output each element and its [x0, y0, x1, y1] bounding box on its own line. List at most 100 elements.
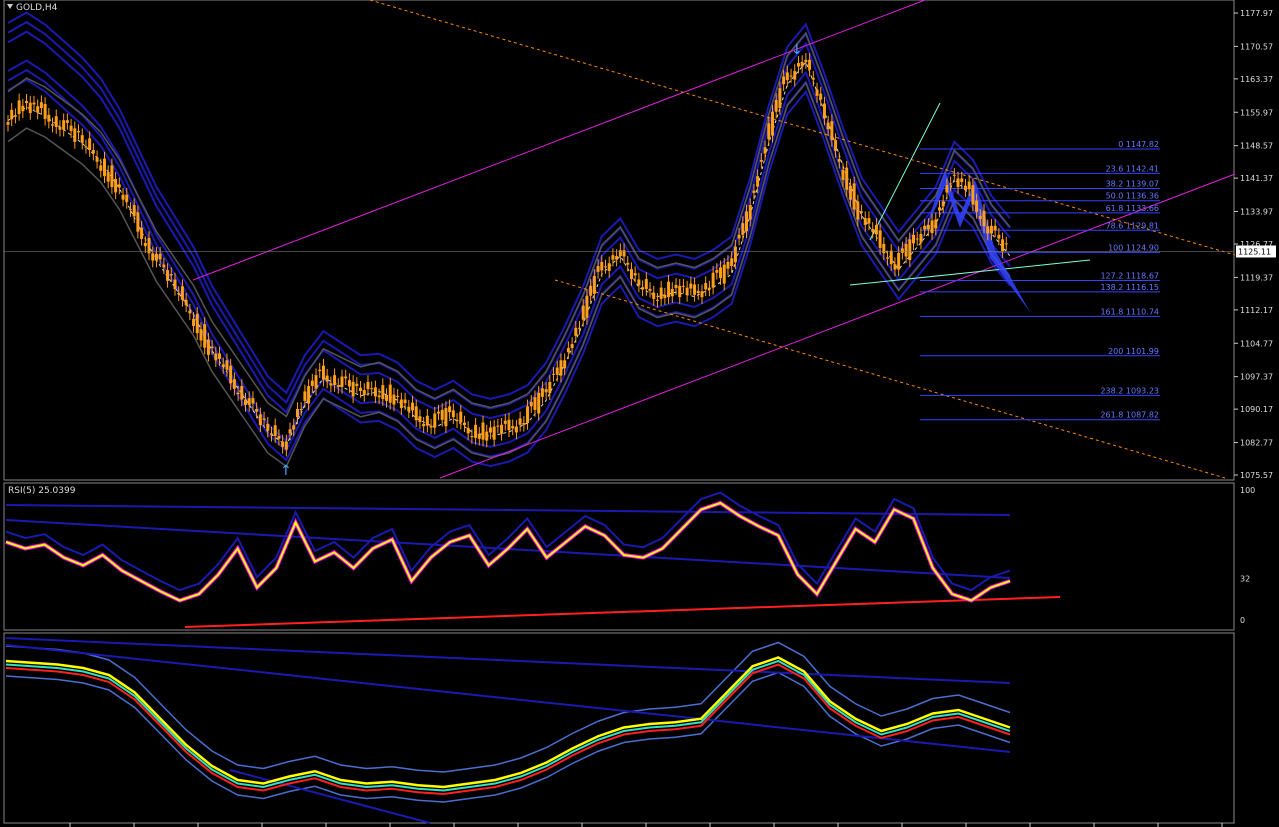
candle-body	[514, 426, 518, 433]
candle-body	[670, 288, 674, 297]
candle-body	[418, 416, 422, 423]
candle-body	[362, 390, 366, 396]
candle-body	[808, 59, 812, 70]
candle-body	[140, 227, 144, 239]
candle-body	[860, 211, 864, 213]
candle-body	[329, 383, 333, 386]
fib-level-label: 0 1147.82	[1118, 140, 1159, 149]
candle-body	[770, 111, 774, 136]
candle-body	[678, 285, 682, 298]
candle-body	[529, 401, 533, 407]
candle-body	[667, 281, 671, 298]
candle-body	[796, 62, 800, 67]
candle-body	[722, 264, 726, 284]
candle-body	[32, 102, 36, 105]
candle-body	[307, 385, 311, 404]
candle-body	[889, 250, 893, 265]
candle-body	[36, 106, 40, 113]
candle-body	[989, 225, 993, 234]
candle-body	[188, 310, 192, 314]
moving-average-line	[7, 60, 1011, 447]
candle-body	[563, 360, 567, 369]
candle-body	[25, 100, 29, 104]
candle-body	[125, 194, 129, 202]
fib-level-label: 138.2 1116.15	[1100, 283, 1159, 292]
candle-body	[236, 392, 240, 395]
candle-body	[462, 422, 466, 426]
candle-body	[500, 424, 504, 434]
candle-body	[425, 415, 429, 426]
candle-body	[281, 441, 285, 447]
candle-body	[485, 431, 489, 441]
candle-body	[303, 391, 307, 401]
candle-body	[318, 369, 322, 372]
candle-body	[867, 218, 871, 224]
rsi-red-trend	[184, 596, 1061, 628]
candle-body	[537, 392, 541, 414]
candle-body	[203, 324, 207, 348]
candle-body	[767, 123, 771, 140]
candle-body	[448, 406, 452, 413]
candle-body	[871, 228, 875, 232]
candle-body	[158, 253, 162, 260]
candle-body	[325, 375, 329, 382]
candle-body	[841, 169, 845, 180]
candle-body	[117, 184, 121, 188]
price-tick-label: 1170.57	[1240, 42, 1273, 51]
candle-body	[559, 360, 563, 376]
dropdown-triangle-icon[interactable]	[7, 4, 13, 9]
candle-body	[637, 279, 641, 286]
fib-level-label: 61.8 1133.66	[1106, 204, 1159, 213]
candle-body	[218, 353, 222, 359]
candle-body	[685, 287, 689, 295]
candle-body	[258, 414, 262, 426]
candle-body	[114, 178, 118, 193]
candle-body	[359, 387, 363, 391]
candle-body	[574, 327, 578, 336]
price-tick-label: 1090.17	[1240, 405, 1273, 414]
candle-body	[993, 225, 997, 231]
candle-body	[381, 385, 385, 400]
candle-body	[893, 264, 897, 270]
fib-level-label: 50.0 1136.36	[1106, 192, 1159, 201]
candle-body	[730, 258, 734, 266]
candle-body	[110, 165, 114, 188]
candle-body	[492, 426, 496, 440]
candle-body	[937, 207, 941, 211]
lower-cyan-line	[5, 659, 1011, 792]
candle-body	[206, 339, 210, 355]
price-tick-label: 1177.97	[1240, 9, 1273, 18]
rsi-trend-upper	[5, 504, 1011, 516]
candle-body	[414, 406, 418, 421]
envelope-band-line	[7, 11, 1011, 400]
candle-body	[240, 385, 244, 400]
candle-body	[629, 269, 633, 280]
candle-body	[210, 346, 214, 349]
candle-body	[659, 287, 663, 299]
candle-body	[407, 406, 411, 412]
price-tick-label: 1163.37	[1240, 75, 1273, 84]
candle-body	[377, 395, 381, 398]
candle-body	[763, 147, 767, 154]
candle-body	[466, 427, 470, 434]
candle-body	[232, 379, 236, 389]
candle-body	[84, 146, 88, 148]
candle-body	[351, 381, 355, 397]
candle-body	[1004, 243, 1008, 245]
candle-body	[292, 425, 296, 430]
envelope-band-line	[7, 30, 1011, 420]
candle-body	[229, 365, 233, 384]
candle-body	[136, 212, 140, 232]
candle-body	[726, 261, 730, 269]
candle-body	[745, 211, 749, 232]
candle-body	[834, 140, 838, 151]
candle-body	[411, 402, 415, 411]
candle-body	[600, 261, 604, 271]
channel-lower-line	[439, 173, 1236, 479]
candle-body	[774, 99, 778, 112]
candle-body	[199, 329, 203, 341]
price-tick-label: 1097.37	[1240, 373, 1273, 382]
candle-body	[392, 394, 396, 405]
candle-body	[143, 242, 147, 247]
candle-body	[503, 420, 507, 424]
